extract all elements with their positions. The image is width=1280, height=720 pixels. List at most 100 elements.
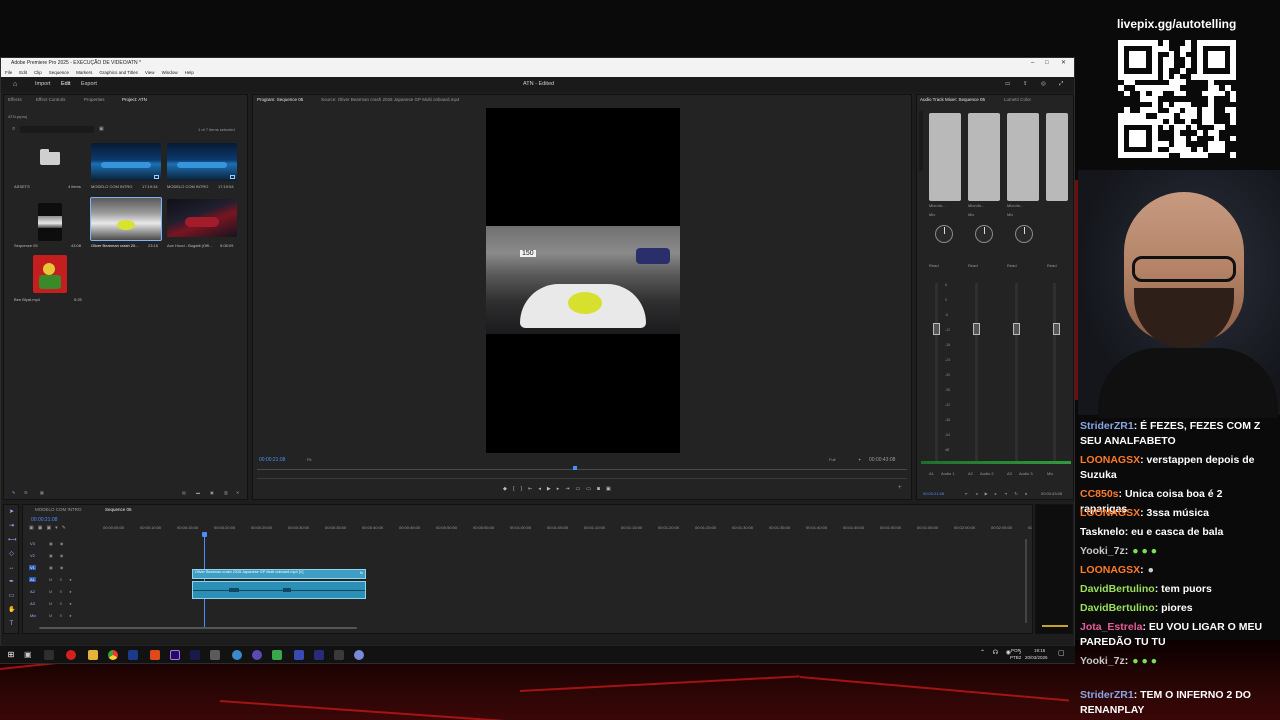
folder-icon[interactable] xyxy=(88,650,98,660)
audio-clip[interactable] xyxy=(192,581,366,599)
input-dropdown[interactable]: Microfo... xyxy=(1007,203,1023,208)
track-label[interactable]: Mix xyxy=(29,613,37,618)
app-icon[interactable] xyxy=(354,650,364,660)
app-icon[interactable] xyxy=(44,650,54,660)
track-label[interactable]: V2 xyxy=(29,553,36,558)
go-to-in-icon[interactable]: ⇤ xyxy=(528,486,538,492)
track-mute-solo-icon[interactable]: M S ● xyxy=(49,589,75,594)
track-header[interactable]: V2 ▣ ◉ xyxy=(27,551,107,562)
tab-project[interactable]: Project: ATN xyxy=(122,97,147,102)
close-button[interactable]: ✕ xyxy=(1061,58,1066,68)
track-fader-a3[interactable] xyxy=(1007,113,1039,201)
tab-import[interactable]: Import xyxy=(35,77,51,92)
menu-item-edit[interactable]: Edit xyxy=(19,68,27,77)
volume-fader-handle[interactable] xyxy=(1053,323,1060,335)
track-label[interactable]: V1 xyxy=(29,565,36,570)
step-back-icon[interactable]: ◂ xyxy=(538,486,547,492)
track-header[interactable]: A1 M S ● xyxy=(27,575,107,586)
app-icon[interactable] xyxy=(232,650,242,660)
tab-properties[interactable]: Properties xyxy=(84,97,105,102)
tray-date[interactable]: 20/03/2026 xyxy=(1025,655,1048,660)
tab-audio-mixer[interactable]: Audio Track Mixer: Sequence 05 xyxy=(920,97,985,102)
tab-sequence-05[interactable]: Sequence 05 xyxy=(105,507,132,512)
tab-lumetri[interactable]: Lumetri Color xyxy=(1004,97,1031,102)
track-fader-mix[interactable] xyxy=(1046,113,1068,201)
wrench-icon[interactable]: ✦ xyxy=(858,457,861,462)
menu-item-clip[interactable]: Clip xyxy=(34,68,42,77)
track-visibility-icon[interactable]: ▣ ◉ xyxy=(49,565,66,570)
zoom-bar[interactable] xyxy=(257,478,907,479)
automation-mode[interactable]: Read xyxy=(968,263,978,268)
track-header[interactable]: V1 ▣ ◉ xyxy=(27,563,107,574)
menu-item-sequence[interactable]: Sequence xyxy=(49,68,69,77)
source-label[interactable]: Source: Oliver Bearman crash 2026 Japane… xyxy=(321,97,460,102)
app-icon[interactable] xyxy=(294,650,304,660)
app-icon[interactable] xyxy=(334,650,344,660)
media-encoder-icon[interactable] xyxy=(190,650,200,660)
brave-icon[interactable] xyxy=(150,650,160,660)
mix-dropdown[interactable]: Mix xyxy=(929,212,935,217)
notification-icon[interactable]: ▢ xyxy=(1058,649,1065,657)
minimize-button[interactable]: – xyxy=(1031,58,1034,68)
track-visibility-icon[interactable]: ▣ ◉ xyxy=(49,541,66,546)
timeline-vertical-scrollbar[interactable] xyxy=(1025,539,1027,623)
folder-icon[interactable] xyxy=(40,149,60,165)
tab-export[interactable]: Export xyxy=(81,77,97,92)
automation-mode[interactable]: Read xyxy=(929,263,939,268)
camera-icon[interactable]: ◙ xyxy=(597,486,606,492)
go-to-out-icon[interactable]: ⇥ xyxy=(565,486,575,492)
track-label[interactable]: V3 xyxy=(29,541,36,546)
timeline-scrollbar[interactable] xyxy=(39,627,357,629)
track-header[interactable]: A3 M S ● xyxy=(27,599,107,610)
track-label[interactable]: A1 xyxy=(29,577,36,582)
tab-effects[interactable]: Effects xyxy=(8,97,22,102)
icon-view-icon[interactable]: ▦ xyxy=(40,490,44,495)
track-mute-solo-icon[interactable]: M S ● xyxy=(49,577,75,582)
folder-icon[interactable]: ▬ xyxy=(196,490,200,495)
menu-item-help[interactable]: Help xyxy=(185,68,194,77)
share-icon[interactable]: ⇪ xyxy=(1023,77,1028,92)
volume-fader-handle[interactable] xyxy=(1013,323,1020,335)
clip-thumbnail[interactable] xyxy=(33,255,67,293)
type-tool-icon[interactable]: T xyxy=(8,621,15,628)
menu-item-file[interactable]: File xyxy=(5,68,12,77)
menu-item-window[interactable]: Window xyxy=(162,68,178,77)
mix-dropdown[interactable]: Mix xyxy=(1007,212,1013,217)
chrome-icon[interactable] xyxy=(108,650,118,660)
selected-clip-thumbnail[interactable] xyxy=(90,197,162,241)
lift-icon[interactable]: ▭ xyxy=(576,486,587,492)
tray-lang2[interactable]: PTB2 xyxy=(1010,655,1021,660)
menu-item-markers[interactable]: Markers xyxy=(76,68,92,77)
app-icon[interactable] xyxy=(210,650,220,660)
tray-lang[interactable]: POR xyxy=(1011,648,1021,653)
time-ruler[interactable]: 00:00:05:00 00:00:10:00 00:00:15:00 00:00:2… xyxy=(103,525,1032,535)
trash-icon[interactable]: ▥ xyxy=(224,490,228,495)
quality-dropdown[interactable]: Full xyxy=(829,457,835,462)
timeline-timecode[interactable]: 00:00:21:08 xyxy=(31,517,57,523)
in-point-icon[interactable]: { xyxy=(513,486,521,492)
workspaces-icon[interactable]: ▭ xyxy=(1005,77,1010,92)
hand-tool-icon[interactable]: ✋ xyxy=(8,607,15,614)
mixer-transport[interactable]: ⇤ ◂ ▶ ▸ ⇥ ↻ ● xyxy=(965,491,1030,496)
tray-time[interactable]: 19:15 xyxy=(1034,648,1045,653)
pen-tool-icon[interactable]: ✒ xyxy=(8,579,15,586)
add-button-icon[interactable]: + xyxy=(898,485,902,491)
track-mute-solo-icon[interactable]: M S ● xyxy=(49,613,75,618)
monitor-ruler[interactable] xyxy=(257,469,907,470)
fit-dropdown[interactable]: Fit xyxy=(307,457,311,462)
home-icon[interactable]: ⌂ xyxy=(13,77,17,92)
app-icon[interactable] xyxy=(66,650,76,660)
input-dropdown[interactable]: Microfo... xyxy=(968,203,984,208)
new-bin-icon[interactable]: ▣ xyxy=(99,126,104,132)
delete-icon[interactable]: ✕ xyxy=(236,490,239,495)
track-label[interactable]: A3 xyxy=(29,601,36,606)
track-select-icon[interactable]: ⇥ xyxy=(8,523,15,530)
marker-icon[interactable]: ◆ xyxy=(503,486,513,492)
selection-tool-icon[interactable]: ➤ xyxy=(8,509,15,516)
menu-item-graphics-and-titles[interactable]: Graphics and Titles xyxy=(99,68,138,77)
sequence-thumbnail[interactable] xyxy=(167,143,237,181)
input-dropdown[interactable]: Microfo... xyxy=(929,203,945,208)
rectangle-tool-icon[interactable]: ▭ xyxy=(8,593,15,600)
track-visibility-icon[interactable]: ▣ ◉ xyxy=(49,553,66,558)
track-fader-a2[interactable] xyxy=(968,113,1000,201)
